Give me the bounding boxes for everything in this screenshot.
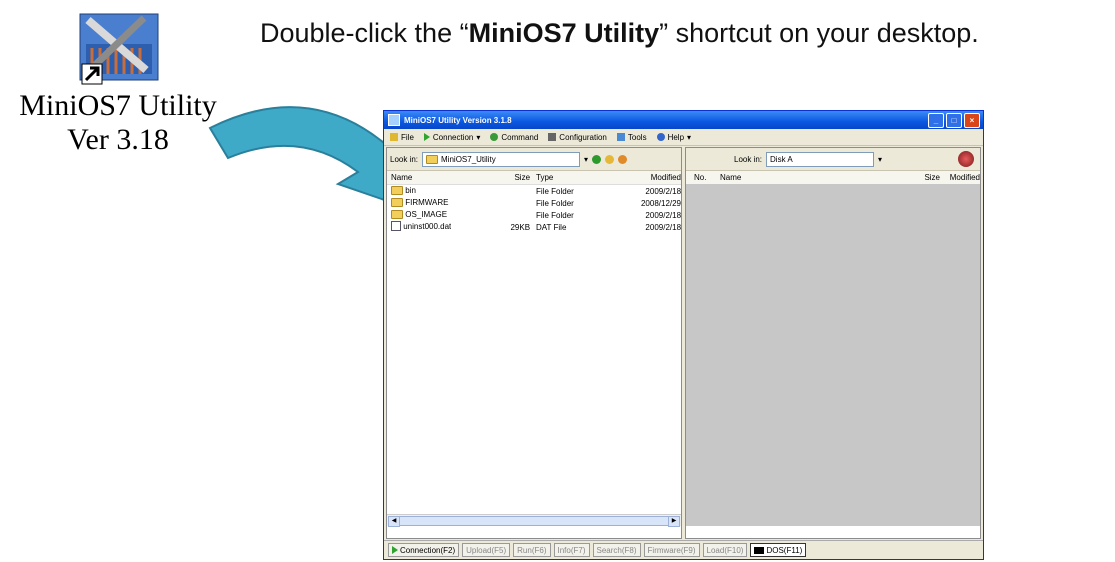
firmware-f9-button[interactable]: Firmware(F9)	[643, 543, 700, 557]
menu-configuration[interactable]: Configuration	[548, 133, 607, 142]
function-key-bar: Connection(F2) Upload(F5) Run(F6) Info(F…	[384, 540, 983, 559]
menu-help[interactable]: Help ▾	[656, 133, 691, 142]
module-files-pane: Look in: Disk A ▾ No. Name Size Modified	[685, 147, 981, 539]
app-icon	[388, 114, 400, 126]
file-row[interactable]: uninst000.dat 29KB DAT File 2009/2/18	[387, 221, 681, 233]
instruction-after: ” shortcut on your desktop.	[659, 18, 979, 48]
menu-file[interactable]: File	[390, 133, 414, 142]
maximize-button[interactable]: □	[946, 113, 962, 128]
search-f8-button[interactable]: Search(F8)	[592, 543, 641, 557]
file-icon	[390, 133, 398, 141]
right-look-in-label: Look in:	[734, 154, 763, 164]
file-row[interactable]: bin File Folder 2009/2/18	[387, 185, 681, 197]
dos-icon	[754, 546, 765, 554]
col-modified[interactable]: Modified	[940, 173, 980, 182]
configuration-icon	[548, 133, 557, 141]
window-title: MiniOS7 Utility Version 3.1.8	[404, 115, 512, 125]
load-f10-button[interactable]: Load(F10)	[702, 543, 748, 557]
right-column-headers: No. Name Size Modified	[686, 171, 980, 185]
connection-f2-button[interactable]: Connection(F2)	[388, 543, 460, 557]
miniOS7-utility-window: MiniOS7 Utility Version 3.1.8 _ □ × File…	[383, 110, 984, 560]
dat-file-icon	[391, 221, 401, 231]
col-modified[interactable]: Modified	[625, 173, 681, 182]
left-look-in-select[interactable]: MiniOS7_Utility	[422, 151, 581, 167]
refresh-icon[interactable]	[592, 154, 602, 164]
info-f7-button[interactable]: Info(F7)	[553, 543, 590, 557]
scroll-thumb[interactable]	[399, 516, 669, 526]
up-folder-icon[interactable]	[605, 154, 615, 164]
col-type[interactable]: Type	[536, 173, 625, 182]
menu-command[interactable]: Command	[490, 133, 538, 142]
close-button[interactable]: ×	[964, 113, 980, 128]
col-size[interactable]: Size	[870, 173, 940, 182]
dropdown-arrow-icon[interactable]: ▾	[878, 155, 882, 164]
left-look-in-label: Look in:	[390, 154, 419, 164]
instruction-before: Double-click the “	[260, 18, 469, 48]
window-titlebar[interactable]: MiniOS7 Utility Version 3.1.8 _ □ ×	[384, 111, 983, 129]
menu-tools[interactable]: Tools	[616, 133, 647, 142]
left-horizontal-scrollbar[interactable]: ◀ ▶	[387, 514, 681, 527]
minimize-button[interactable]: _	[928, 113, 944, 128]
left-column-headers: Name Size Type Modified	[387, 171, 681, 185]
col-no[interactable]: No.	[686, 173, 720, 182]
right-look-in-select[interactable]: Disk A	[766, 151, 875, 167]
instruction-text: Double-click the “MiniOS7 Utility” short…	[260, 18, 979, 49]
new-folder-icon[interactable]	[618, 154, 628, 164]
upload-f5-button[interactable]: Upload(F5)	[462, 543, 511, 557]
connect-icon	[423, 133, 430, 141]
left-look-in-row: Look in: MiniOS7_Utility ▾	[387, 148, 681, 171]
folder-icon	[391, 185, 403, 195]
file-row[interactable]: OS_IMAGE File Folder 2009/2/18	[387, 209, 681, 221]
left-file-list: bin File Folder 2009/2/18 FIRMWARE File …	[387, 185, 681, 233]
connect-icon	[392, 546, 398, 554]
pc-files-pane: Look in: MiniOS7_Utility ▾ Name Size Typ…	[386, 147, 682, 539]
dropdown-arrow-icon[interactable]: ▾	[584, 155, 588, 164]
col-name[interactable]: Name	[720, 173, 870, 182]
help-icon	[656, 133, 665, 141]
miniOS7-utility-shortcut-icon[interactable]	[66, 4, 169, 90]
folder-icon	[391, 197, 403, 207]
col-name[interactable]: Name	[387, 173, 500, 182]
icpdas-logo-icon	[958, 151, 974, 167]
instruction-app-name: MiniOS7 Utility	[468, 18, 660, 48]
menu-bar: File Connection ▾ Command Configuration …	[384, 129, 983, 146]
run-f6-button[interactable]: Run(F6)	[513, 543, 551, 557]
file-row[interactable]: FIRMWARE File Folder 2008/12/29	[387, 197, 681, 209]
tools-icon	[616, 133, 625, 141]
col-size[interactable]: Size	[500, 173, 536, 182]
scroll-right-icon[interactable]: ▶	[668, 516, 680, 527]
right-look-in-row: Look in: Disk A ▾	[686, 148, 980, 171]
folder-icon	[426, 154, 439, 164]
menu-connection[interactable]: Connection ▾	[423, 133, 480, 142]
module-file-list	[686, 184, 980, 526]
command-icon	[490, 133, 499, 141]
folder-icon	[391, 209, 403, 219]
dos-f11-button[interactable]: DOS(F11)	[750, 543, 807, 557]
